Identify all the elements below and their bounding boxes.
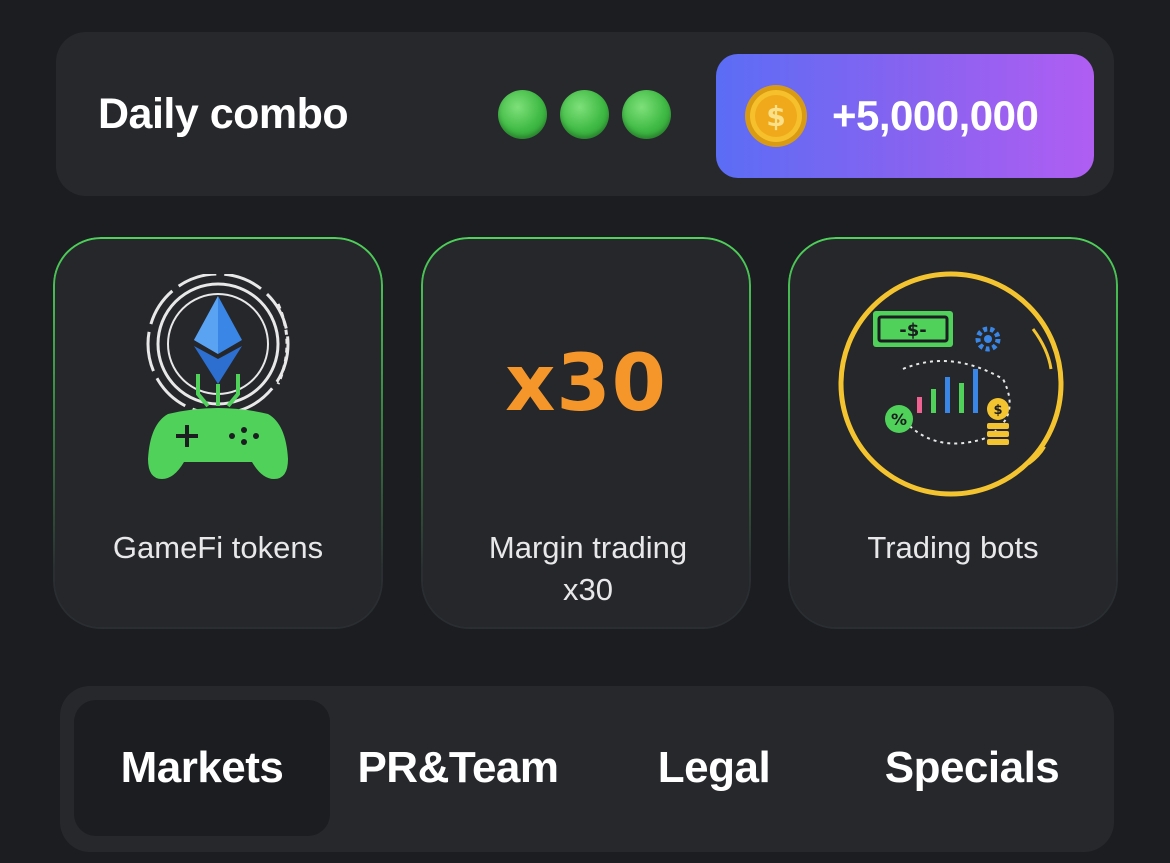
gamefi-controller-icon — [146, 274, 290, 479]
card-art-gamefi — [55, 269, 381, 499]
combo-progress-dots — [498, 90, 671, 139]
card-art-margin-trading: x30 — [423, 269, 749, 499]
card-label-trading-bots: Trading bots — [867, 530, 1039, 565]
combo-reward-value: +5,000,000 — [832, 92, 1039, 139]
svg-text:%: % — [891, 410, 907, 429]
combo-card-gamefi[interactable]: GameFi tokens — [53, 237, 383, 629]
card-label-gamefi: GameFi tokens — [112, 530, 324, 565]
tab-pr-team[interactable]: PR&Team — [332, 700, 584, 836]
svg-text:$: $ — [766, 100, 785, 133]
coin-icon: $ — [745, 85, 807, 147]
combo-dot-1 — [498, 90, 547, 139]
x30-icon: x30 — [505, 339, 667, 429]
card-art-trading-bots: -$- % $ — [790, 269, 1116, 499]
daily-combo-bar: Daily combo $ +5,000,000 — [56, 32, 1114, 196]
category-tab-bar: Markets PR&Team Legal Specials — [60, 686, 1114, 852]
tab-specials[interactable]: Specials — [844, 700, 1100, 836]
daily-combo-title: Daily combo — [98, 90, 349, 138]
daily-combo-screen: Daily combo $ +5,000,000 GameFi tokens x… — [0, 0, 1170, 863]
tab-markets[interactable]: Markets — [74, 700, 330, 836]
svg-text:-$-: -$- — [899, 320, 926, 341]
combo-card-trading-bots[interactable]: -$- % $ Trading bots — [788, 237, 1118, 629]
tab-legal[interactable]: Legal — [586, 700, 842, 836]
combo-reward-button[interactable]: $ +5,000,000 — [716, 54, 1094, 178]
combo-card-margin-trading[interactable]: x30 Margin trading x30 — [421, 237, 751, 629]
combo-dot-2 — [560, 90, 609, 139]
trading-bots-icon: -$- % $ — [838, 271, 1064, 497]
card-label-margin-trading: Margin trading x30 — [488, 530, 688, 607]
combo-dot-3 — [622, 90, 671, 139]
svg-text:$: $ — [993, 403, 1002, 418]
